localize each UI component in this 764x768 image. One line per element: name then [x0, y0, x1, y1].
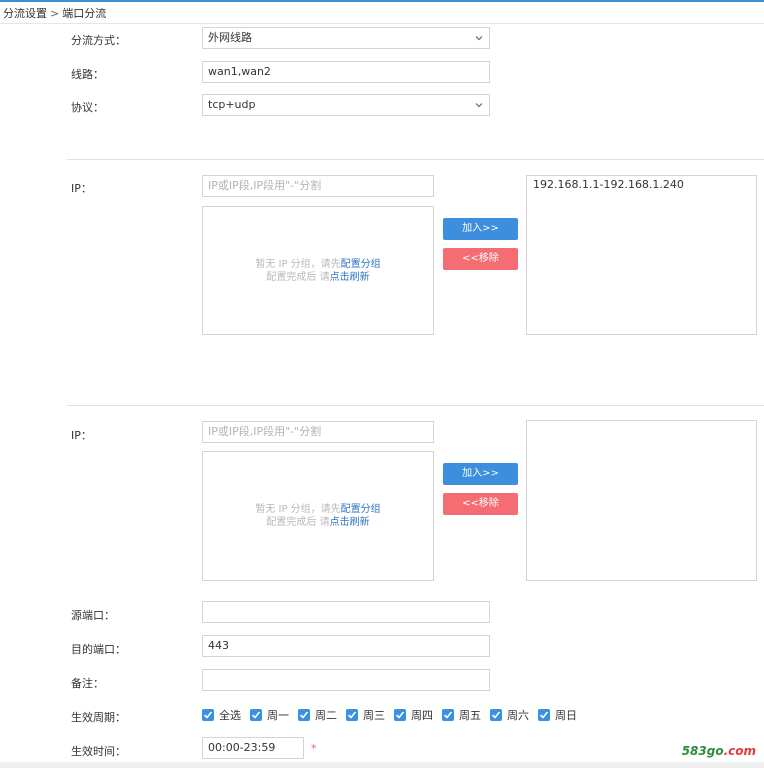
checkmark-icon — [443, 711, 453, 719]
dst-port-label: 目的端口： — [71, 643, 126, 656]
chevron-down-icon — [475, 36, 483, 41]
dst-port-input[interactable]: 443 — [202, 635, 490, 657]
empty-message-text: 配置完成后 请 — [266, 272, 330, 283]
watermark-logo: 583go.com — [682, 744, 756, 758]
day-checkbox-item[interactable]: 全选 — [202, 707, 241, 723]
section-divider — [67, 159, 764, 160]
checkbox[interactable] — [490, 709, 502, 721]
config-group-link[interactable]: 配置分组 — [341, 259, 381, 270]
watermark-main: 583go — [681, 744, 724, 758]
ip-input-1[interactable]: IP或IP段,IP段用"-"分割 — [202, 175, 434, 197]
remove-button-1[interactable]: <<移除 — [443, 248, 518, 270]
checkmark-icon — [251, 711, 261, 719]
checkbox[interactable] — [346, 709, 358, 721]
checkbox[interactable] — [442, 709, 454, 721]
empty-message-line1: 暂无 IP 分组，请先配置分组 — [203, 503, 433, 516]
day-label: 周六 — [507, 709, 529, 722]
breadcrumb-separator: > — [50, 7, 60, 20]
section-divider — [67, 405, 764, 406]
day-checkbox-item[interactable]: 周日 — [538, 707, 577, 723]
breadcrumb-current: 端口分流 — [62, 7, 107, 20]
weekday-checkboxes: 全选 周一 周二 周三 周四 周五 周六 周日 — [202, 707, 586, 723]
src-port-label: 源端口： — [71, 609, 115, 622]
ip-label-2: IP： — [71, 429, 92, 442]
checkmark-icon — [203, 711, 213, 719]
checkmark-icon — [491, 711, 501, 719]
chevron-down-icon — [475, 103, 483, 108]
protocol-select-value: tcp+udp — [208, 98, 256, 111]
selected-ip-list-2[interactable] — [526, 420, 757, 581]
checkbox[interactable] — [250, 709, 262, 721]
empty-message-text: 暂无 IP 分组，请先 — [255, 259, 341, 270]
day-label: 周一 — [267, 709, 289, 722]
day-checkbox-item[interactable]: 周六 — [490, 707, 529, 723]
protocol-select[interactable]: tcp+udp — [202, 94, 490, 116]
day-checkbox-item[interactable]: 周二 — [298, 707, 337, 723]
config-group-link[interactable]: 配置分组 — [341, 504, 381, 515]
ip-group-list-2[interactable]: 暂无 IP 分组，请先配置分组 配置完成后 请点击刷新 — [202, 451, 434, 581]
day-label: 周四 — [411, 709, 433, 722]
empty-message-text: 暂无 IP 分组，请先 — [255, 504, 341, 515]
mode-label: 分流方式： — [71, 34, 126, 47]
empty-message-text: 配置完成后 请 — [266, 517, 330, 528]
add-button-1[interactable]: 加入>> — [443, 218, 518, 240]
checkmark-icon — [539, 711, 549, 719]
ip-input-2[interactable]: IP或IP段,IP段用"-"分割 — [202, 421, 434, 443]
day-label: 周三 — [363, 709, 385, 722]
note-label: 备注： — [71, 677, 104, 690]
day-label: 周二 — [315, 709, 337, 722]
line-label: 线路： — [71, 68, 104, 81]
empty-message-line2: 配置完成后 请点击刷新 — [203, 516, 433, 529]
refresh-link[interactable]: 点击刷新 — [330, 272, 370, 283]
src-port-input[interactable] — [202, 601, 490, 623]
breadcrumb-parent[interactable]: 分流设置 — [3, 7, 47, 20]
selected-ip-list-1[interactable]: 192.168.1.1-192.168.1.240 — [526, 175, 757, 335]
top-accent-line — [0, 0, 764, 2]
checkbox[interactable] — [394, 709, 406, 721]
checkmark-icon — [347, 711, 357, 719]
checkmark-icon — [395, 711, 405, 719]
empty-message-line2: 配置完成后 请点击刷新 — [203, 271, 433, 284]
bottom-strip — [0, 762, 764, 768]
list-item[interactable]: 192.168.1.1-192.168.1.240 — [533, 178, 684, 191]
day-checkbox-item[interactable]: 周三 — [346, 707, 385, 723]
checkbox[interactable] — [298, 709, 310, 721]
breadcrumb: 分流设置 > 端口分流 — [3, 5, 106, 21]
time-input[interactable]: 00:00-23:59 — [202, 737, 304, 759]
checkbox[interactable] — [202, 709, 214, 721]
ip-label-1: IP： — [71, 182, 92, 195]
watermark-accent: .com — [723, 744, 756, 758]
day-label: 全选 — [219, 709, 241, 722]
required-mark: * — [311, 742, 317, 755]
remove-button-2[interactable]: <<移除 — [443, 493, 518, 515]
checkbox[interactable] — [538, 709, 550, 721]
day-checkbox-item[interactable]: 周五 — [442, 707, 481, 723]
checkmark-icon — [299, 711, 309, 719]
line-input[interactable]: wan1,wan2 — [202, 61, 490, 83]
time-label: 生效时间： — [71, 745, 126, 758]
refresh-link[interactable]: 点击刷新 — [330, 517, 370, 528]
empty-message-line1: 暂无 IP 分组，请先配置分组 — [203, 258, 433, 271]
day-label: 周日 — [555, 709, 577, 722]
period-label: 生效周期： — [71, 711, 126, 724]
add-button-2[interactable]: 加入>> — [443, 463, 518, 485]
ip-group-list-1[interactable]: 暂无 IP 分组，请先配置分组 配置完成后 请点击刷新 — [202, 206, 434, 335]
day-checkbox-item[interactable]: 周四 — [394, 707, 433, 723]
mode-select[interactable]: 外网线路 — [202, 27, 490, 49]
protocol-label: 协议： — [71, 101, 104, 114]
mode-select-value: 外网线路 — [208, 31, 252, 44]
day-checkbox-item[interactable]: 周一 — [250, 707, 289, 723]
breadcrumb-divider — [0, 23, 764, 24]
note-input[interactable] — [202, 669, 490, 691]
day-label: 周五 — [459, 709, 481, 722]
